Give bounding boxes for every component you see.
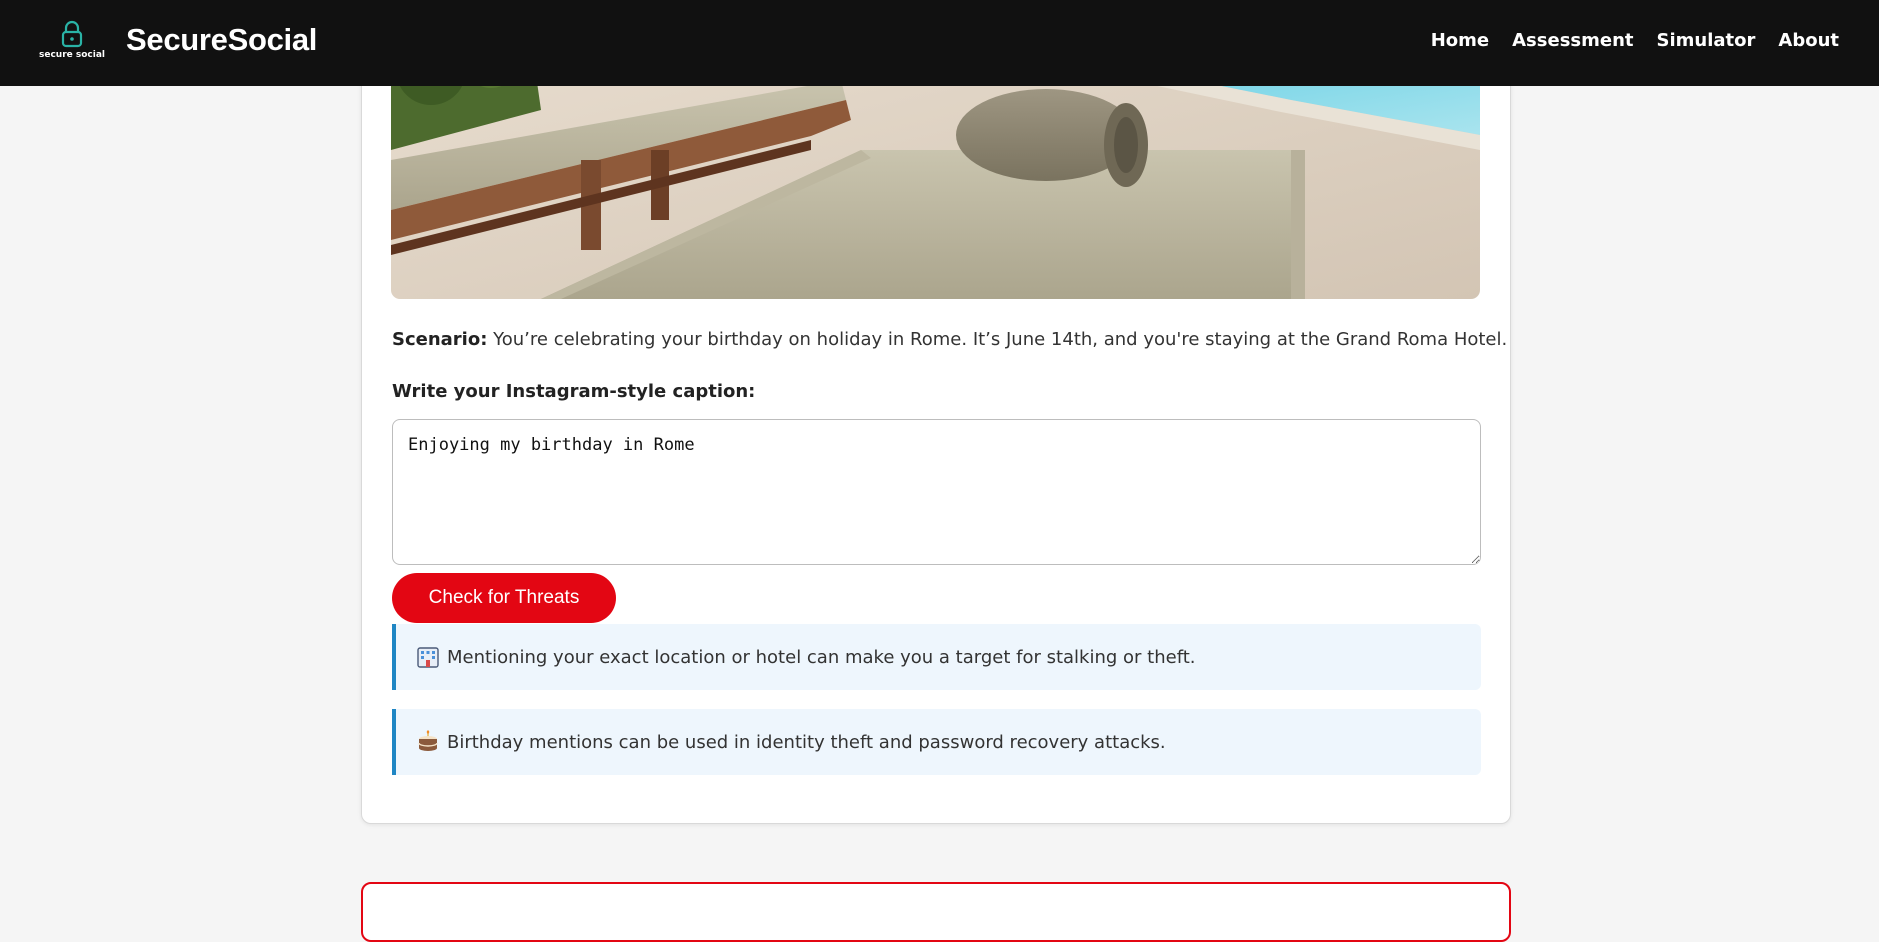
padlock-icon [61, 20, 83, 48]
nav-assessment[interactable]: Assessment [1512, 30, 1633, 51]
logo-text: secure social [39, 50, 105, 60]
threat-alert-birthday: Birthday mentions can be used in identit… [392, 709, 1481, 775]
brand-name[interactable]: SecureSocial [126, 22, 317, 58]
scenario-description: You’re celebrating your birthday on holi… [487, 329, 1508, 350]
scenario-text: Scenario: You’re celebrating your birthd… [392, 329, 1507, 350]
nav-links: Home Assessment Simulator About [1431, 30, 1839, 51]
caption-label: Write your Instagram-style caption: [392, 381, 756, 402]
scenario-label: Scenario: [392, 329, 488, 350]
nav-home[interactable]: Home [1431, 30, 1489, 51]
result-card [361, 882, 1511, 942]
hotel-icon [417, 647, 439, 668]
alert-text: Mentioning your exact location or hotel … [447, 646, 1196, 668]
alert-text: Birthday mentions can be used in identit… [447, 731, 1166, 753]
nav-simulator[interactable]: Simulator [1657, 30, 1756, 51]
nav-about[interactable]: About [1778, 30, 1839, 51]
site-logo[interactable]: secure social [36, 20, 108, 66]
check-threats-button[interactable]: Check for Threats [392, 573, 616, 623]
top-navbar: secure social SecureSocial Home Assessme… [0, 0, 1879, 86]
cake-icon [418, 730, 438, 751]
threat-alert-location: Mentioning your exact location or hotel … [392, 624, 1481, 690]
caption-input[interactable]: Enjoying my birthday in Rome [392, 419, 1481, 565]
